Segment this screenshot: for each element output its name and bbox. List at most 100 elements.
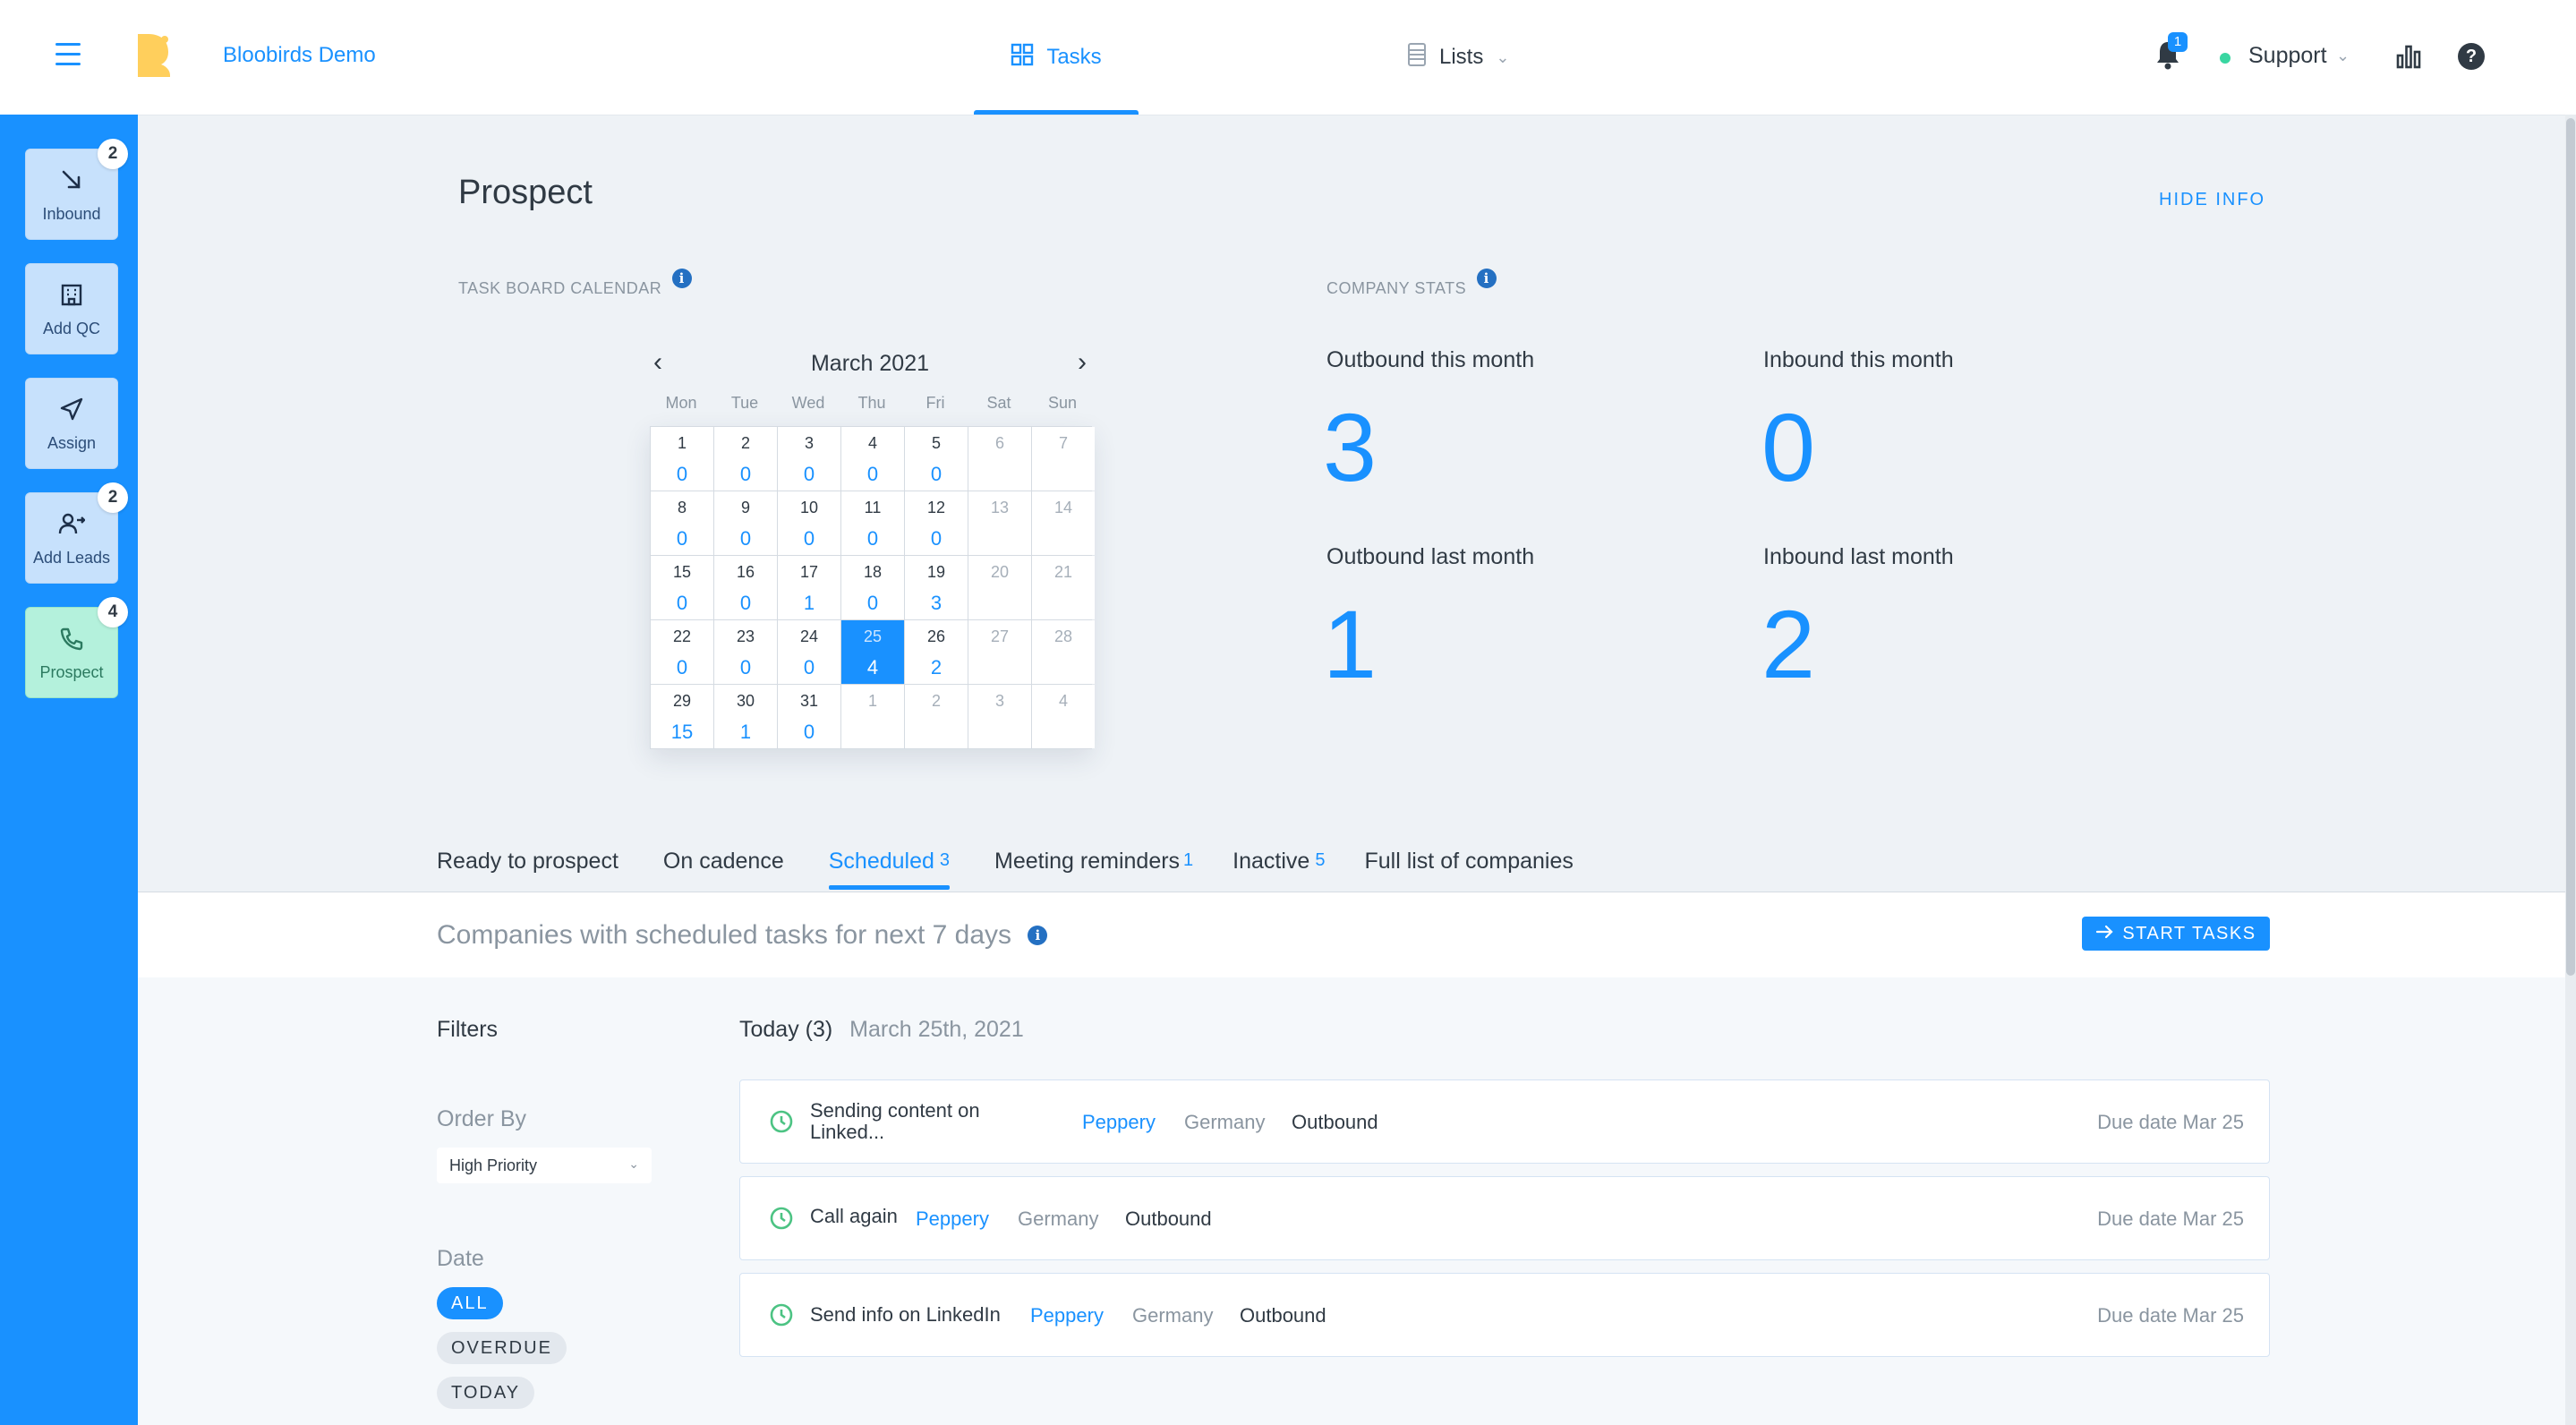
calendar-day[interactable]: 90: [714, 491, 777, 555]
bar-chart-icon[interactable]: [2395, 43, 2422, 74]
nav-tab-tasks[interactable]: Tasks: [974, 0, 1139, 115]
weekday-label: Sun: [1047, 394, 1078, 412]
calendar-day[interactable]: 15 0: [651, 556, 713, 619]
task-name: Call again: [810, 1205, 898, 1227]
calendar-day[interactable]: 11 0: [841, 491, 904, 555]
page-title: Prospect: [458, 174, 593, 211]
calendar-day-number: 30: [736, 692, 755, 710]
menu-icon[interactable]: [55, 43, 81, 66]
calendar-day[interactable]: 30: [778, 427, 840, 491]
outbound-last-month-label: Outbound last month: [1326, 544, 1535, 569]
calendar-day-today[interactable]: 25 4: [841, 620, 904, 684]
sidebar-item-add-leads[interactable]: Add Leads 2: [25, 482, 128, 584]
chevron-down-icon: ⌄: [1496, 47, 1510, 66]
task-company-link[interactable]: Peppery: [1030, 1304, 1104, 1327]
calendar-day[interactable]: 26 2: [905, 620, 968, 684]
calendar-day[interactable]: 4: [1032, 685, 1095, 748]
outbound-this-month-value: 3: [1323, 393, 1378, 501]
calendar-day[interactable]: 10: [651, 427, 713, 491]
calendar-day[interactable]: 27: [968, 620, 1031, 684]
bloobirds-logo-icon[interactable]: [134, 32, 172, 83]
calendar-day[interactable]: 6: [968, 427, 1031, 491]
task-company-link[interactable]: Peppery: [1082, 1111, 1156, 1134]
calendar-day-number: 12: [926, 499, 946, 516]
calendar-day-number: 16: [736, 563, 755, 581]
calendar-day-number: 3: [994, 692, 1004, 710]
sidebar-item-prospect[interactable]: Prospect 4: [25, 597, 128, 698]
calendar-day[interactable]: 17 1: [778, 556, 840, 619]
nav-tab-lists[interactable]: Lists ⌄: [1407, 0, 1509, 115]
sidebar-item-label: Add QC: [42, 320, 101, 337]
calendar-day[interactable]: 30 1: [714, 685, 777, 748]
task-card[interactable]: Send info on LinkedIn Peppery Germany Ou…: [739, 1273, 2270, 1357]
task-card[interactable]: Call again Peppery Germany Outbound Due …: [739, 1176, 2270, 1260]
calendar-day[interactable]: 21: [1032, 556, 1095, 619]
tab-on-cadence[interactable]: On cadence: [663, 849, 784, 890]
calendar-day[interactable]: 22 0: [651, 620, 713, 684]
task-company-link[interactable]: Peppery: [916, 1207, 989, 1231]
calendar-day[interactable]: 40: [841, 427, 904, 491]
start-tasks-button[interactable]: START TASKS: [2082, 917, 2270, 951]
help-icon[interactable]: ?: [2458, 43, 2485, 70]
user-menu[interactable]: Support: [2248, 43, 2327, 69]
calendar-task-count: 0: [803, 656, 815, 678]
calendar-day[interactable]: 18 0: [841, 556, 904, 619]
date-chip-today[interactable]: TODAY: [437, 1377, 535, 1409]
tab-label: Ready to prospect: [437, 849, 618, 874]
calendar-day[interactable]: 13: [968, 491, 1031, 555]
tab-inactive[interactable]: Inactive 5: [1233, 849, 1325, 890]
chevron-right-icon[interactable]: ›: [1078, 347, 1087, 378]
calendar-day-number: 6: [994, 434, 1004, 452]
calendar-day[interactable]: 31 0: [778, 685, 840, 748]
sidebar-item-add-qc[interactable]: Add QC: [25, 263, 118, 354]
inbound-last-month-label: Inbound last month: [1763, 544, 1954, 569]
calendar-day-number: 29: [672, 692, 692, 710]
tab-ready-to-prospect[interactable]: Ready to prospect: [437, 849, 618, 890]
calendar-day[interactable]: 28: [1032, 620, 1095, 684]
calendar-day[interactable]: 3: [968, 685, 1031, 748]
hide-info-link[interactable]: HIDE INFO: [2159, 190, 2265, 210]
online-status-dot: [2220, 53, 2231, 64]
calendar-day[interactable]: 20: [968, 556, 1031, 619]
info-icon[interactable]: i: [671, 269, 692, 288]
chevron-down-icon[interactable]: ⌄: [2336, 47, 2350, 65]
weekday-label: Mon: [665, 394, 697, 412]
calendar-day[interactable]: 7: [1032, 427, 1095, 491]
task-card[interactable]: Sending content on Linked... Peppery Ger…: [739, 1079, 2270, 1164]
calendar-day-number: 5: [931, 434, 941, 452]
tab-meeting-reminders[interactable]: Meeting reminders 1: [994, 849, 1193, 890]
calendar-day[interactable]: 2: [905, 685, 968, 748]
sidebar-item-inbound[interactable]: Inbound 2: [25, 139, 128, 240]
calendar-day[interactable]: 29 15: [651, 685, 713, 748]
calendar-day[interactable]: 10 0: [778, 491, 840, 555]
scrollbar-thumb[interactable]: [2566, 118, 2575, 976]
arrow-down-right-icon: [26, 167, 117, 197]
calendar-day-number: 4: [867, 434, 877, 452]
calendar-day[interactable]: 20: [714, 427, 777, 491]
calendar-section-label: TASK BOARD CALENDAR i: [458, 269, 692, 298]
calendar-day[interactable]: 23 0: [714, 620, 777, 684]
tab-scheduled[interactable]: Scheduled 3: [828, 849, 951, 890]
calendar-day[interactable]: 50: [905, 427, 968, 491]
calendar-day[interactable]: 1: [841, 685, 904, 748]
date-chip-overdue[interactable]: OVERDUE: [437, 1332, 567, 1364]
task-due-date: Due date Mar 25: [2097, 1207, 2244, 1230]
calendar-day-number: 2: [931, 692, 941, 710]
tab-label: Meeting reminders: [994, 849, 1181, 874]
calendar-day[interactable]: 80: [651, 491, 713, 555]
calendar-day[interactable]: 16 0: [714, 556, 777, 619]
calendar-label: TASK BOARD CALENDAR: [458, 279, 662, 297]
inbound-this-month-label: Inbound this month: [1763, 347, 1954, 372]
info-icon[interactable]: i: [1476, 269, 1497, 288]
workspace-name[interactable]: Bloobirds Demo: [223, 43, 376, 68]
task-day-header: Today (3) March 25th, 2021: [739, 1017, 1024, 1043]
calendar-day[interactable]: 19 3: [905, 556, 968, 619]
info-icon[interactable]: i: [1028, 926, 1048, 945]
order-by-select[interactable]: High Priority ⌄: [437, 1148, 652, 1183]
tab-full-list-of-companies[interactable]: Full list of companies: [1364, 849, 1573, 890]
calendar-day[interactable]: 12 0: [905, 491, 968, 555]
date-chip-all[interactable]: ALL: [437, 1287, 503, 1319]
calendar-day[interactable]: 14: [1032, 491, 1095, 555]
calendar-day[interactable]: 24 0: [778, 620, 840, 684]
sidebar-item-assign[interactable]: Assign: [25, 378, 118, 469]
